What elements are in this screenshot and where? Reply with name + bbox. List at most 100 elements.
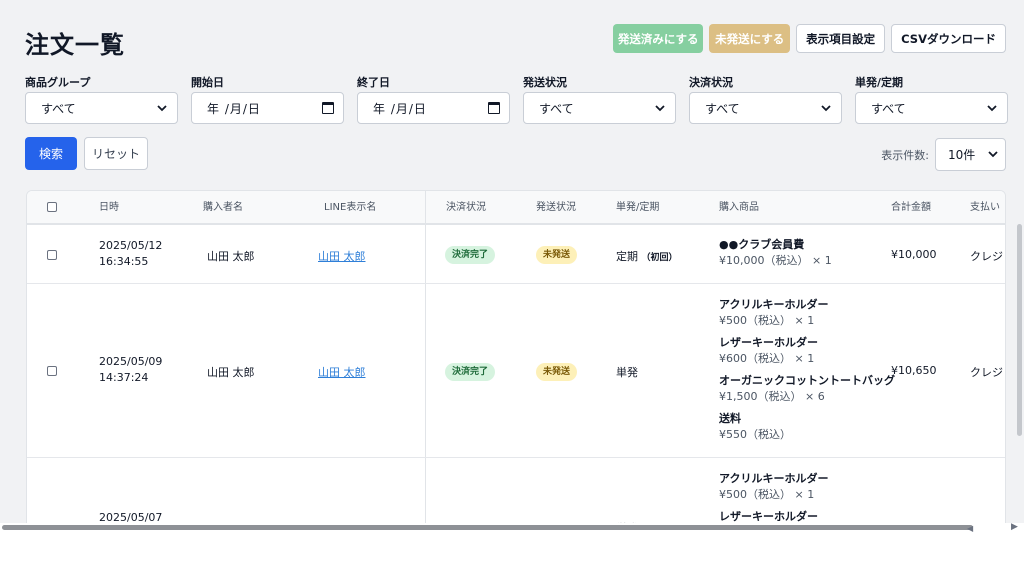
csv-download-button[interactable]: CSVダウンロード [891, 24, 1006, 53]
row-type: 定期 （初回） [616, 250, 678, 263]
row-time: 14:37:24 [99, 371, 149, 384]
filter-label: 発送状況 [523, 76, 567, 89]
row-checkbox[interactable] [47, 366, 57, 376]
page-size-label: 表示件数: [881, 148, 929, 162]
row-total: ¥10,650 [891, 364, 937, 377]
select-value: すべて [539, 101, 574, 116]
horizontal-scrollbar-thumb[interactable] [2, 525, 973, 530]
purchase-type-select[interactable]: すべて [855, 92, 1008, 124]
product-item: オーガニックコットントートバッグ ¥1,500（税込） × 6 [719, 373, 895, 405]
product-price: ¥550（税込） [719, 428, 791, 441]
product-name: 送料 [719, 412, 741, 425]
select-value: 10件 [948, 148, 976, 162]
payment-status-badge: 決済完了 [445, 363, 496, 381]
product-price: ¥600（税込） × 1 [719, 352, 815, 365]
product-group-select[interactable]: すべて [25, 92, 178, 124]
scroll-arrow-right-icon[interactable]: ▶ [1011, 522, 1018, 532]
chevron-down-icon [820, 102, 832, 114]
search-actions: 検索 リセット [25, 137, 148, 170]
page-size-select[interactable]: 10件 [935, 138, 1006, 171]
row-payment-method: クレジ [970, 250, 1003, 263]
row-products: アクリルキーホルダー ¥500（税込） × 1 レザーキーホルダー ¥600（税… [719, 297, 895, 449]
shipping-status-badge: 未発送 [536, 363, 578, 381]
chevron-down-icon [986, 102, 998, 114]
mark-sent-button[interactable]: 発送済みにする [613, 24, 704, 53]
product-name: ●●クラブ会員費 [719, 238, 805, 251]
filter-start-date: 開始日 年 /月/日 [191, 74, 344, 124]
filter-label: 終了日 [357, 76, 390, 89]
product-item: アクリルキーホルダー ¥500（税込） × 1 [719, 297, 895, 329]
row-products: アクリルキーホルダー ¥500（税込） × 1 レザーキーホルダー [719, 471, 828, 529]
row-line-name-link[interactable]: 山田 太郎 [318, 248, 366, 264]
filter-label: 単発/定期 [855, 76, 904, 89]
top-actions: 発送済みにする 未発送にする 表示項目設定 CSVダウンロード [613, 24, 1006, 53]
vertical-scrollbar[interactable] [1017, 224, 1022, 436]
col-buyer: 購入者名 [203, 202, 243, 213]
reset-button[interactable]: リセット [84, 137, 148, 170]
product-item: レザーキーホルダー ¥600（税込） × 1 [719, 335, 895, 367]
row-type: 単発 [616, 366, 638, 379]
row-date: 2025/05/09 [99, 355, 163, 368]
calendar-icon[interactable] [322, 102, 334, 114]
filter-label: 決済状況 [689, 76, 733, 89]
col-payment-method: 支払い [970, 202, 1000, 213]
filter-shipping-status: 発送状況 すべて [523, 74, 676, 124]
col-type: 単発/定期 [616, 202, 660, 213]
col-line-name: LINE表示名 [324, 202, 377, 213]
product-price: ¥500（税込） × 1 [719, 488, 815, 501]
page-size-control: 表示件数: 10件 [881, 138, 1006, 171]
row-checkbox[interactable] [47, 250, 57, 260]
select-value: すべて [705, 101, 740, 116]
chevron-down-icon [156, 102, 168, 114]
product-price: ¥500（税込） × 1 [719, 314, 815, 327]
payment-status-select[interactable]: すべて [689, 92, 842, 124]
filter-label: 開始日 [191, 76, 224, 89]
scroll-arrow-left-icon[interactable]: ◀ [967, 524, 973, 533]
select-all-checkbox[interactable] [47, 202, 57, 212]
row-buyer: 山田 太郎 [207, 250, 255, 263]
mark-unsent-button[interactable]: 未発送にする [709, 24, 791, 53]
select-value: すべて [41, 101, 76, 116]
filter-purchase-type: 単発/定期 すべて [855, 74, 1008, 124]
chevron-down-icon [987, 149, 999, 161]
product-item: アクリルキーホルダー ¥500（税込） × 1 [719, 471, 828, 503]
column-settings-button[interactable]: 表示項目設定 [796, 24, 886, 53]
orders-table: 日時 購入者名 LINE表示名 決済状況 発送状況 単発/定期 購入商品 合計金… [26, 190, 1006, 530]
table-row[interactable]: 2025/05/07 単発 アクリルキーホルダー ¥500（税込） × 1 レザ… [27, 458, 1005, 529]
row-total: ¥10,000 [891, 248, 937, 261]
row-datetime: 2025/05/12 16:34:55 [99, 238, 162, 270]
start-date-input[interactable]: 年 /月/日 [191, 92, 344, 124]
col-total: 合計金額 [891, 202, 931, 213]
shipping-status-select[interactable]: すべて [523, 92, 676, 124]
table-row[interactable]: 2025/05/12 16:34:55 山田 太郎 山田 太郎 決済完了 未発送… [27, 226, 1005, 284]
row-time: 16:34:55 [99, 255, 149, 268]
col-products: 購入商品 [719, 202, 759, 213]
table-row[interactable]: 2025/05/09 14:37:24 山田 太郎 山田 太郎 決済完了 未発送… [27, 284, 1005, 458]
product-name: アクリルキーホルダー [719, 298, 829, 311]
product-name: アクリルキーホルダー [719, 472, 829, 485]
row-line-name-link[interactable]: 山田 太郎 [318, 364, 366, 380]
product-price: ¥1,500（税込） × 6 [719, 390, 825, 403]
row-datetime: 2025/05/09 14:37:24 [99, 354, 162, 386]
product-item: 送料 ¥550（税込） [719, 411, 895, 443]
page-title: 注文一覧 [25, 31, 125, 59]
col-shipping: 発送状況 [536, 202, 576, 213]
select-value: すべて [871, 101, 906, 116]
product-price: ¥10,000（税込） × 1 [719, 254, 832, 267]
date-placeholder: 年 /月/日 [207, 101, 261, 116]
app-window: 注文一覧 発送済みにする 未発送にする 表示項目設定 CSVダウンロード 商品グ… [0, 0, 1024, 530]
col-payment: 決済状況 [446, 202, 486, 213]
filter-product-group: 商品グループ すべて [25, 74, 178, 124]
row-date: 2025/05/12 [99, 239, 163, 252]
filter-end-date: 終了日 年 /月/日 [357, 74, 510, 124]
table-header: 日時 購入者名 LINE表示名 決済状況 発送状況 単発/定期 購入商品 合計金… [27, 191, 1005, 225]
product-name: レザーキーホルダー [719, 336, 818, 349]
search-button[interactable]: 検索 [25, 137, 77, 170]
row-buyer: 山田 太郎 [207, 366, 255, 379]
row-products: ●●クラブ会員費 ¥10,000（税込） × 1 [719, 237, 832, 269]
calendar-icon[interactable] [488, 102, 500, 114]
end-date-input[interactable]: 年 /月/日 [357, 92, 510, 124]
chevron-down-icon [654, 102, 666, 114]
payment-status-badge: 決済完了 [445, 246, 496, 264]
row-payment-method: クレジ [970, 366, 1003, 379]
